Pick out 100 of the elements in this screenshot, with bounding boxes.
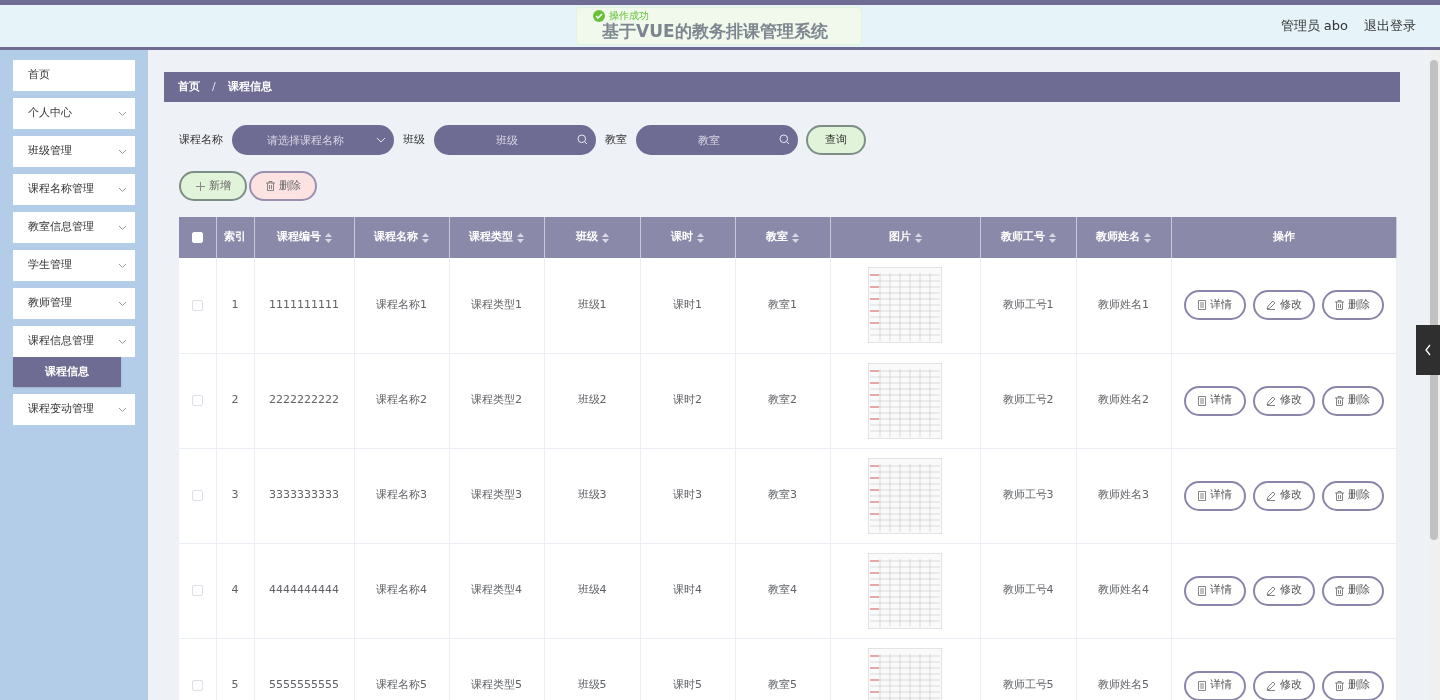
table-cell: 教师姓名2 bbox=[1098, 393, 1149, 407]
menu-item[interactable]: 学生管理 bbox=[13, 250, 135, 281]
table-cell: 教师姓名1 bbox=[1098, 298, 1149, 311]
breadcrumb-link[interactable]: 课程信息 bbox=[227, 78, 272, 96]
sort-icon[interactable] bbox=[422, 232, 429, 243]
chevron-down-icon bbox=[118, 186, 127, 193]
checkbox[interactable] bbox=[191, 299, 203, 311]
collapse-handle[interactable] bbox=[1416, 325, 1440, 375]
menu-item[interactable]: 课程变动管理 bbox=[13, 394, 135, 425]
trash-icon bbox=[265, 181, 275, 191]
sort-icon[interactable] bbox=[517, 232, 524, 243]
plus-icon bbox=[195, 181, 205, 191]
edit-button[interactable]: 修改 bbox=[1252, 290, 1315, 321]
delete-button[interactable]: 删除 bbox=[1321, 575, 1384, 606]
table-cell: 课程名称4 bbox=[376, 583, 427, 597]
menu-item[interactable]: 个人中心 bbox=[13, 98, 135, 129]
detail-button[interactable]: 详情 bbox=[1183, 670, 1246, 700]
delete-button[interactable]: 删除 bbox=[1321, 385, 1384, 416]
add-button[interactable]: 新增 bbox=[179, 171, 247, 201]
pencil-icon bbox=[1265, 585, 1276, 596]
field-label: 教室 bbox=[605, 131, 627, 148]
input-field[interactable]: 教室 bbox=[636, 125, 798, 155]
sort-icon[interactable] bbox=[697, 232, 704, 243]
logout-link[interactable]: 退出登录 bbox=[1364, 16, 1416, 36]
menu-item[interactable]: 教师管理 bbox=[13, 288, 135, 319]
table-cell: 教师工号5 bbox=[1002, 678, 1054, 692]
detail-button[interactable]: 详情 bbox=[1183, 575, 1246, 606]
pencil-icon bbox=[1265, 490, 1276, 501]
checkbox[interactable] bbox=[191, 679, 203, 691]
table-cell: 教室5 bbox=[768, 678, 797, 692]
search-icon bbox=[779, 134, 790, 145]
table-cell: 教室1 bbox=[768, 298, 797, 311]
breadcrumb-separator: / bbox=[211, 78, 217, 95]
sort-icon[interactable] bbox=[324, 232, 332, 243]
checkbox[interactable] bbox=[191, 394, 203, 406]
checkbox[interactable] bbox=[191, 489, 203, 501]
edit-button[interactable]: 修改 bbox=[1252, 670, 1315, 700]
table-cell: 课程类型3 bbox=[471, 488, 522, 502]
menu-item[interactable]: 首页 bbox=[13, 60, 135, 91]
breadcrumb-link[interactable]: 首页 bbox=[178, 78, 200, 96]
chevron-down-icon bbox=[118, 338, 127, 345]
edit-button[interactable]: 修改 bbox=[1252, 480, 1315, 511]
field-label: 班级 bbox=[403, 131, 425, 148]
trash-icon bbox=[1335, 300, 1344, 311]
table-cell: 4 bbox=[231, 583, 239, 597]
table-cell: 课时4 bbox=[673, 583, 702, 597]
table-cell: 课程名称3 bbox=[376, 488, 427, 502]
chevron-down-icon bbox=[118, 110, 127, 117]
table-cell: 课程类型5 bbox=[471, 678, 522, 692]
detail-button[interactable]: 详情 bbox=[1183, 290, 1246, 321]
delete-button[interactable]: 删除 bbox=[1321, 480, 1384, 511]
sort-icon[interactable] bbox=[1048, 232, 1056, 243]
menu-item[interactable]: 班级管理 bbox=[13, 136, 135, 167]
table-cell: 教师姓名3 bbox=[1098, 488, 1149, 502]
user-name: 管理员 abo bbox=[1280, 17, 1348, 36]
table-cell: 5 bbox=[231, 678, 239, 692]
document-icon bbox=[1197, 300, 1206, 311]
search-icon bbox=[577, 134, 588, 145]
app-title: 基于VUE的教务排课管理系统 bbox=[602, 21, 828, 41]
table-cell: 课程名称1 bbox=[376, 298, 427, 311]
table-cell: 课时2 bbox=[673, 393, 702, 407]
table-cell: 课程类型4 bbox=[471, 583, 522, 597]
chevron-down-icon bbox=[118, 300, 127, 307]
delete-button[interactable]: 删除 bbox=[1321, 670, 1384, 700]
document-icon bbox=[1197, 490, 1206, 501]
table-cell: 教室3 bbox=[768, 488, 797, 502]
edit-button[interactable]: 修改 bbox=[1252, 385, 1315, 416]
chevron-down-icon bbox=[118, 406, 127, 413]
field-label: 课程名称 bbox=[179, 131, 223, 148]
detail-button[interactable]: 详情 bbox=[1183, 480, 1246, 511]
delete-button[interactable]: 删除 bbox=[249, 171, 317, 201]
document-icon bbox=[1197, 585, 1206, 596]
sort-icon[interactable] bbox=[601, 232, 609, 243]
table-cell: 2222222222 bbox=[269, 393, 339, 407]
table-cell: 课程名称5 bbox=[376, 678, 427, 692]
menu-item[interactable]: 教室信息管理 bbox=[13, 212, 135, 243]
detail-button[interactable]: 详情 bbox=[1183, 385, 1246, 416]
delete-button[interactable]: 删除 bbox=[1321, 290, 1384, 321]
sort-icon[interactable] bbox=[1144, 232, 1151, 243]
chevron-down-icon bbox=[118, 148, 127, 155]
menu-item[interactable]: 课程信息管理 bbox=[13, 326, 135, 357]
scrollbar-thumb[interactable] bbox=[1430, 60, 1438, 540]
pencil-icon bbox=[1265, 395, 1276, 406]
checkbox[interactable] bbox=[191, 584, 203, 596]
sort-icon[interactable] bbox=[792, 232, 799, 243]
edit-button[interactable]: 修改 bbox=[1252, 575, 1315, 606]
sort-icon[interactable] bbox=[914, 232, 922, 243]
chevron-down-icon bbox=[118, 262, 127, 269]
select-field[interactable]: 请选择课程名称 bbox=[232, 125, 394, 155]
table-cell: 5555555555 bbox=[269, 678, 339, 692]
table-cell: 4444444444 bbox=[269, 583, 339, 597]
table-cell: 1 bbox=[231, 298, 239, 311]
submenu-item[interactable]: 课程信息 bbox=[13, 357, 121, 387]
query-button[interactable]: 查询 bbox=[806, 125, 866, 155]
table-cell: 课程名称2 bbox=[376, 393, 427, 407]
input-field[interactable]: 班级 bbox=[434, 125, 596, 155]
trash-icon bbox=[1335, 395, 1344, 406]
check-circle-icon bbox=[593, 10, 605, 22]
table-cell: 1111111111 bbox=[269, 298, 339, 311]
menu-item[interactable]: 课程名称管理 bbox=[13, 174, 135, 205]
